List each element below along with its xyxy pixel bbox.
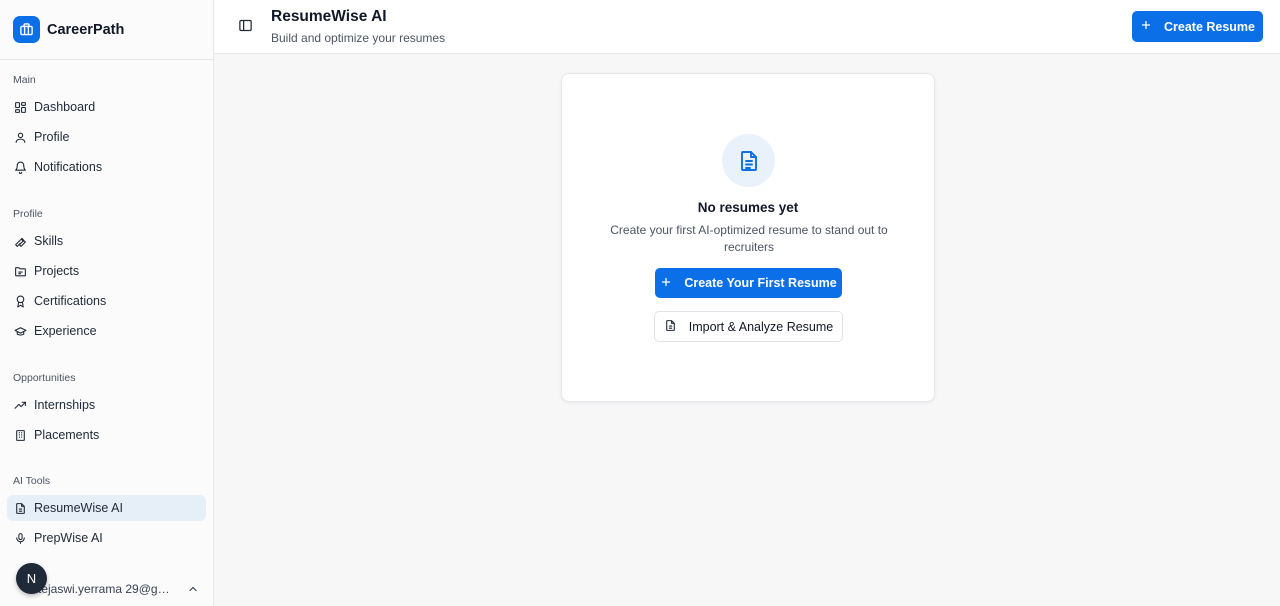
sidebar-item-label: Internships: [34, 398, 96, 412]
trending-up-icon: [14, 399, 27, 412]
sidebar-item-experience[interactable]: Experience: [7, 318, 206, 344]
import-analyze-resume-button[interactable]: Import & Analyze Resume: [654, 311, 843, 342]
avatar[interactable]: N: [16, 563, 47, 594]
document-icon: [722, 134, 775, 187]
user-menu[interactable]: tejaswi.yerrama 29@gmail... N: [0, 562, 213, 606]
sidebar-item-label: Skills: [34, 234, 64, 248]
import-analyze-label: Import & Analyze Resume: [688, 319, 834, 334]
create-resume-label: Create Resume: [1163, 19, 1255, 34]
sidebar-item-label: Experience: [34, 324, 97, 338]
sidebar-item-label: ResumeWise AI: [34, 501, 123, 515]
sidebar-item-label: PrepWise AI: [34, 531, 103, 545]
file-text-icon: [664, 319, 677, 335]
dashboard-icon: [14, 101, 27, 114]
bell-icon: [14, 161, 27, 174]
sidebar-item-skills[interactable]: Skills: [7, 228, 206, 254]
user-email: tejaswi.yerrama 29@gmail...: [38, 582, 178, 596]
sidebar-item-label: Projects: [34, 264, 80, 278]
page-subtitle: Build and optimize your resumes: [271, 31, 446, 45]
page-title: ResumeWise AI: [271, 8, 387, 25]
sidebar-item-prepwise-ai[interactable]: PrepWise AI: [7, 525, 206, 551]
plus-icon: [1140, 19, 1152, 34]
sidebar-item-projects[interactable]: Projects: [7, 258, 206, 284]
briefcase-icon: [13, 16, 40, 43]
microphone-icon: [14, 532, 27, 545]
plus-icon: [660, 276, 672, 291]
sidebar-item-label: Certifications: [34, 294, 107, 308]
wrench-icon: [14, 235, 27, 248]
section-label-main: Main: [13, 74, 36, 86]
graduation-cap-icon: [14, 325, 27, 338]
section-label-profile: Profile: [13, 208, 43, 220]
folder-icon: [14, 265, 27, 278]
sidebar-item-label: Notifications: [34, 160, 103, 174]
sidebar-item-resumewise-ai[interactable]: ResumeWise AI: [7, 495, 206, 521]
sidebar-item-internships[interactable]: Internships: [7, 392, 206, 418]
create-first-resume-button[interactable]: Create Your First Resume: [655, 268, 842, 298]
sidebar: CareerPath Main Dashboard Profile Notifi…: [0, 0, 214, 606]
sidebar-item-placements[interactable]: Placements: [7, 422, 206, 448]
create-first-resume-label: Create Your First Resume: [684, 276, 837, 290]
sidebar-toggle-icon[interactable]: [238, 18, 254, 34]
empty-state-title: No resumes yet: [697, 200, 799, 215]
brand-name: CareerPath: [47, 21, 125, 38]
sidebar-item-dashboard[interactable]: Dashboard: [7, 94, 206, 120]
section-label-ai-tools: AI Tools: [13, 475, 51, 487]
sidebar-item-label: Placements: [34, 428, 100, 442]
sidebar-item-label: Profile: [34, 130, 70, 144]
sidebar-item-certifications[interactable]: Certifications: [7, 288, 206, 314]
sidebar-item-notifications[interactable]: Notifications: [7, 154, 206, 180]
brand[interactable]: CareerPath: [0, 0, 213, 60]
page-header: ResumeWise AI Build and optimize your re…: [214, 0, 1280, 54]
user-icon: [14, 131, 27, 144]
create-resume-button[interactable]: Create Resume: [1132, 11, 1263, 42]
award-icon: [14, 295, 27, 308]
section-label-opportunities: Opportunities: [13, 372, 76, 384]
file-text-icon: [14, 502, 27, 515]
empty-state-description: Create your first AI-optimized resume to…: [610, 223, 888, 254]
sidebar-item-label: Dashboard: [34, 100, 96, 114]
sidebar-item-profile[interactable]: Profile: [7, 124, 206, 150]
chevron-up-icon[interactable]: [187, 582, 199, 594]
building-icon: [14, 429, 27, 442]
empty-state-card: No resumes yet Create your first AI-opti…: [561, 73, 935, 402]
